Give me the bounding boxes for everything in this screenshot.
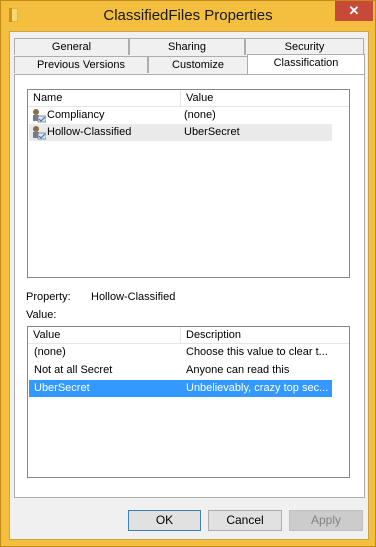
property-icon	[33, 126, 46, 140]
value-cell: (none)	[34, 346, 66, 358]
property-label: Property:	[26, 291, 71, 303]
tab-sharing[interactable]: Sharing	[129, 38, 245, 55]
tab-security[interactable]: Security	[245, 38, 364, 55]
value-cell: UberSecret	[34, 382, 90, 394]
column-header-description[interactable]: Description	[180, 327, 350, 343]
value-label: Value:	[26, 309, 57, 321]
properties-list-header: Name Value	[28, 90, 349, 107]
property-value-text: Hollow-Classified	[91, 291, 176, 303]
properties-list[interactable]: Name Value Compliancy (none) Hollow-Clas…	[27, 89, 350, 278]
description-cell: Unbelievably, crazy top sec...	[186, 382, 329, 394]
cancel-button[interactable]: Cancel	[208, 510, 282, 531]
column-header-name[interactable]: Name	[28, 90, 180, 106]
title-bar[interactable]: ClassifiedFiles Properties ✕	[1, 1, 375, 31]
values-list-header: Value Description	[28, 327, 349, 344]
column-header-value[interactable]: Value	[180, 90, 350, 106]
list-item[interactable]: (none) Choose this value to clear t...	[29, 344, 332, 361]
apply-button[interactable]: Apply	[289, 510, 363, 531]
property-value: (none)	[184, 109, 216, 121]
list-item[interactable]: Compliancy (none)	[29, 107, 332, 124]
tab-classification[interactable]: Classification	[247, 54, 365, 74]
property-value: UberSecret	[184, 126, 240, 138]
property-name: Compliancy	[47, 109, 105, 121]
ok-button[interactable]: OK	[128, 510, 201, 531]
close-button[interactable]: ✕	[335, 1, 373, 21]
list-item[interactable]: Hollow-Classified UberSecret	[29, 124, 332, 141]
tab-previous-versions[interactable]: Previous Versions	[14, 56, 148, 73]
classification-panel: Name Value Compliancy (none) Hollow-Clas…	[14, 74, 365, 498]
description-cell: Choose this value to clear t...	[186, 346, 328, 358]
property-name: Hollow-Classified	[47, 126, 132, 138]
values-list[interactable]: Value Description (none) Choose this val…	[27, 326, 350, 478]
property-icon	[33, 109, 46, 123]
tab-customize[interactable]: Customize	[148, 56, 248, 73]
description-cell: Anyone can read this	[186, 364, 290, 376]
list-item[interactable]: Not at all Secret Anyone can read this	[29, 362, 332, 379]
value-cell: Not at all Secret	[34, 364, 113, 376]
list-item[interactable]: UberSecret Unbelievably, crazy top sec..…	[29, 380, 332, 397]
tab-general[interactable]: General	[14, 38, 129, 55]
column-header-value[interactable]: Value	[28, 327, 180, 343]
window-title: ClassifiedFiles Properties	[103, 7, 273, 24]
